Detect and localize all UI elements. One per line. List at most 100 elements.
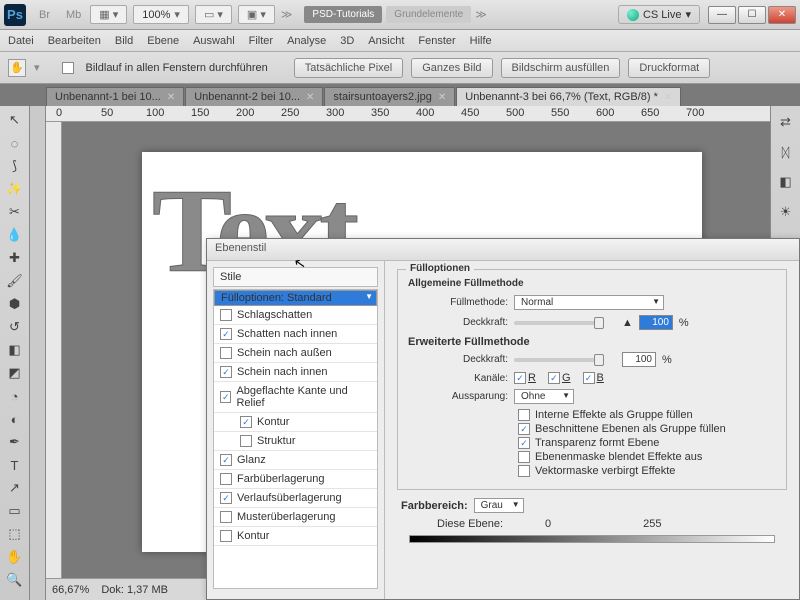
crop-tool-icon[interactable]: ✂ [4, 202, 26, 222]
style-item[interactable]: Kontur [214, 527, 377, 546]
style-checkbox[interactable]: ✓ [220, 391, 231, 403]
opt4-checkbox[interactable] [518, 451, 530, 463]
dodge-tool-icon[interactable]: ◐ [4, 409, 26, 429]
healing-tool-icon[interactable]: ✚ [4, 248, 26, 268]
menu-ebene[interactable]: Ebene [147, 35, 179, 47]
swatches-icon[interactable]: ◧ [775, 172, 797, 192]
history-icon[interactable]: ᛞ [775, 142, 797, 162]
style-item[interactable]: Schein nach außen [214, 344, 377, 363]
br-button[interactable]: Br [32, 6, 57, 24]
grundelemente-pill[interactable]: Grundelementе [386, 6, 471, 23]
style-item[interactable]: ✓Kontur [214, 413, 377, 432]
lasso-tool-icon[interactable]: ⟆ [4, 156, 26, 176]
menu-hilfe[interactable]: Hilfe [470, 35, 492, 47]
style-checkbox[interactable] [220, 473, 232, 485]
knockout-select[interactable]: Ohne [514, 389, 574, 404]
opt3-checkbox[interactable]: ✓ [518, 437, 530, 449]
minimize-button[interactable]: — [708, 6, 736, 24]
mb-button[interactable]: Mb [59, 6, 88, 24]
close-button[interactable]: ✕ [768, 6, 796, 24]
style-checkbox[interactable]: ✓ [220, 328, 232, 340]
zoom-tool-icon[interactable]: 🔍 [4, 570, 26, 590]
scroll-all-checkbox[interactable] [62, 62, 74, 74]
3d-tool-icon[interactable]: ⬚ [4, 524, 26, 544]
style-checkbox[interactable] [220, 511, 232, 523]
cslive-button[interactable]: CS Live ▾ [618, 5, 700, 24]
fill-opacity-input[interactable]: 100 [622, 352, 656, 367]
print-size-button[interactable]: Druckformat [628, 58, 710, 78]
opt5-checkbox[interactable] [518, 465, 530, 477]
style-item[interactable]: ✓Abgeflachte Kante und Relief [214, 382, 377, 413]
hand-tool-icon[interactable]: ✋ [8, 59, 26, 77]
doc-tab[interactable]: Unbenannt-1 bei 10...✕ [46, 87, 184, 106]
hand-tool-icon[interactable]: ✋ [4, 547, 26, 567]
style-item[interactable]: ✓Verlaufsüberlagerung [214, 489, 377, 508]
marquee-tool-icon[interactable]: ◌ [4, 133, 26, 153]
menu-bild[interactable]: Bild [115, 35, 133, 47]
style-checkbox[interactable]: ✓ [220, 454, 232, 466]
opt1-checkbox[interactable] [518, 409, 530, 421]
opt2-checkbox[interactable]: ✓ [518, 423, 530, 435]
layout-dropdown[interactable]: ▦ ▾ [90, 5, 127, 24]
menu-bearbeiten[interactable]: Bearbeiten [48, 35, 101, 47]
styles-tab[interactable]: Stile [213, 267, 378, 287]
menu-filter[interactable]: Filter [249, 35, 273, 47]
pen-tool-icon[interactable]: ✒ [4, 432, 26, 452]
history-tool-icon[interactable]: ↺ [4, 317, 26, 337]
style-checkbox[interactable] [240, 435, 252, 447]
screen-dropdown[interactable]: ▣ ▾ [238, 5, 275, 24]
style-checkbox[interactable]: ✓ [220, 366, 232, 378]
fit-screen-button[interactable]: Ganzes Bild [411, 58, 492, 78]
style-checkbox[interactable]: ✓ [220, 492, 232, 504]
eraser-tool-icon[interactable]: ◧ [4, 340, 26, 360]
style-item[interactable]: Struktur [214, 432, 377, 451]
style-checkbox[interactable]: ✓ [240, 416, 252, 428]
menu-analyse[interactable]: Analyse [287, 35, 326, 47]
close-icon[interactable]: ✕ [306, 92, 314, 103]
gradient-tool-icon[interactable]: ◩ [4, 363, 26, 383]
channel-r-checkbox[interactable]: ✓ [514, 372, 526, 384]
close-icon[interactable]: ✕ [664, 92, 672, 103]
view-dropdown[interactable]: ▭ ▾ [195, 5, 232, 24]
fill-opacity-slider[interactable] [514, 358, 604, 362]
fill-screen-button[interactable]: Bildschirm ausfüllen [501, 58, 621, 78]
menu-ansicht[interactable]: Ansicht [368, 35, 404, 47]
style-checkbox[interactable] [220, 309, 232, 321]
style-checkbox[interactable] [220, 347, 232, 359]
style-item[interactable]: Musterüberlagerung [214, 508, 377, 527]
blendif-gradient[interactable] [409, 535, 775, 543]
style-item[interactable]: ✓Glanz [214, 451, 377, 470]
blendif-select[interactable]: Grau [474, 498, 524, 513]
blur-tool-icon[interactable]: ◔ [4, 386, 26, 406]
adjust-icon[interactable]: ☀ [775, 202, 797, 222]
opacity-slider[interactable] [514, 321, 604, 325]
brush-tool-icon[interactable]: 🖌 [4, 271, 26, 291]
menu-fenster[interactable]: Fenster [418, 35, 455, 47]
wand-tool-icon[interactable]: ✨ [4, 179, 26, 199]
close-icon[interactable]: ✕ [167, 92, 175, 103]
zoom-dropdown[interactable]: 100% ▾ [133, 5, 189, 24]
shape-tool-icon[interactable]: ▭ [4, 501, 26, 521]
blendmode-select[interactable]: Normal [514, 295, 664, 310]
zoom-level[interactable]: 66,67% [52, 584, 89, 596]
eyedropper-tool-icon[interactable]: 💧 [4, 225, 26, 245]
stamp-tool-icon[interactable]: ⬢ [4, 294, 26, 314]
menu-3d[interactable]: 3D [340, 35, 354, 47]
style-item[interactable]: Fülloptionen: Standard [214, 290, 377, 306]
actual-pixels-button[interactable]: Tatsächliche Pixel [294, 58, 403, 78]
style-item[interactable]: Farbüberlagerung [214, 470, 377, 489]
doc-tab[interactable]: Unbenannt-2 bei 10...✕ [185, 87, 323, 106]
maximize-button[interactable]: ☐ [738, 6, 766, 24]
style-item[interactable]: Schlagschatten [214, 306, 377, 325]
doc-tab[interactable]: stairsuntoayers2.jpg✕ [324, 87, 455, 106]
doc-tab-active[interactable]: Unbenannt-3 bei 66,7% (Text, RGB/8) *✕ [456, 87, 681, 106]
psdtutorials-pill[interactable]: PSD-Tutorials [304, 6, 382, 23]
close-icon[interactable]: ✕ [438, 92, 446, 103]
style-item[interactable]: ✓Schein nach innen [214, 363, 377, 382]
style-item[interactable]: ✓Schatten nach innen [214, 325, 377, 344]
type-tool-icon[interactable]: T [4, 455, 26, 475]
menu-auswahl[interactable]: Auswahl [193, 35, 235, 47]
move-tool-icon[interactable]: ↖ [4, 110, 26, 130]
opacity-input[interactable]: 100 [639, 315, 673, 330]
channel-b-checkbox[interactable]: ✓ [583, 372, 595, 384]
